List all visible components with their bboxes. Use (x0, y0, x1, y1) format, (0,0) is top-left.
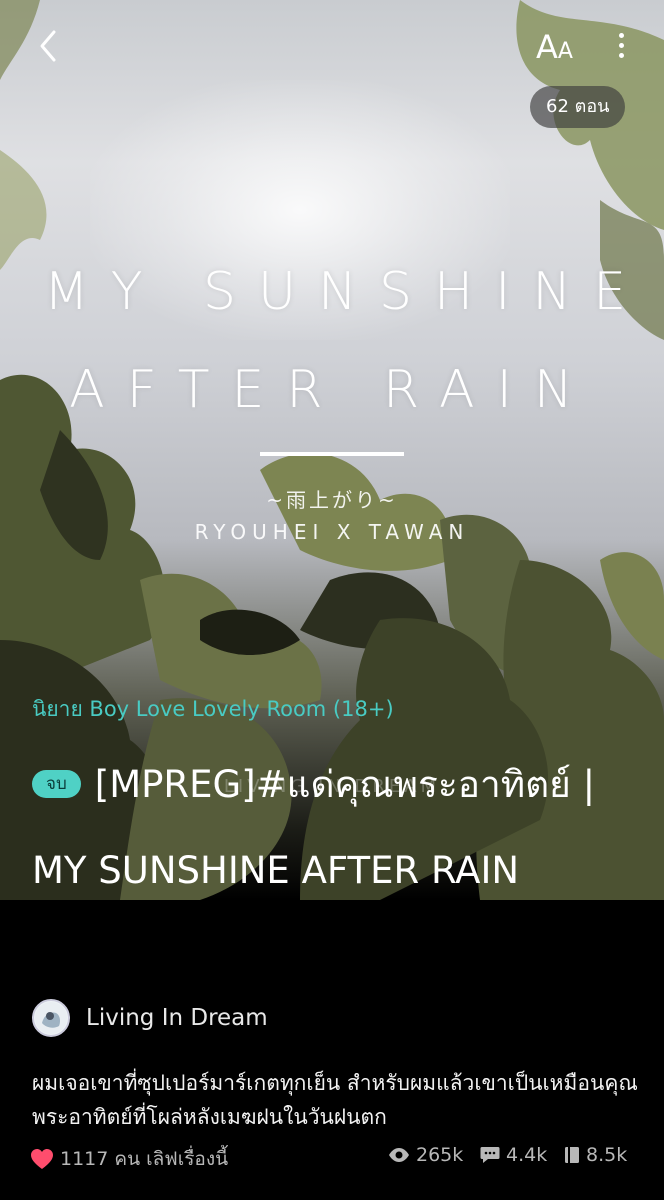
views-stat: 265k (388, 1144, 463, 1166)
episode-count-badge: 62 ตอน (530, 86, 626, 128)
synopsis: ผมเจอเขาที่ซุปเปอร์มาร์เกตทุกเย็น สำหรับ… (32, 1071, 638, 1129)
comment-icon (480, 1147, 500, 1163)
dot-icon (618, 53, 624, 58)
font-size-icon-big: A (536, 28, 558, 66)
cover-divider (260, 452, 404, 456)
author-name: Living In Dream (86, 1005, 268, 1031)
eye-icon (389, 1148, 409, 1162)
heart-icon (31, 1149, 53, 1169)
top-bar: AA 62 ตอน (0, 0, 664, 128)
stats-row: 1117 คน เลิฟเรื่องนี้ 265k 4.4k 8.5k (0, 1144, 664, 1176)
book-icon (565, 1147, 579, 1163)
dot-icon (618, 43, 624, 48)
likes-count: 1117 คน เลิฟเรื่องนี้ (60, 1148, 229, 1170)
avatar (32, 999, 70, 1037)
comments-stat: 4.4k (480, 1144, 547, 1166)
novel-title-block: จบ [MPREG]#แด่คุณพระอาทิตย์ | MY SUNSHINE… (32, 742, 642, 914)
comments-count: 4.4k (506, 1144, 548, 1166)
chevron-left-icon (40, 30, 56, 62)
views-count: 265k (416, 1144, 464, 1166)
cover-title-line2: AFTER RAIN (69, 360, 595, 420)
back-button[interactable] (30, 24, 70, 68)
more-button[interactable] (608, 28, 634, 68)
status-badge: จบ (32, 770, 81, 798)
category-label[interactable]: นิยาย Boy Love Lovely Room (18+) (32, 693, 394, 726)
novel-title: [MPREG]#แด่คุณพระอาทิตย์ | MY SUNSHINE A… (32, 763, 596, 892)
cover-subtitle-jp: ~雨上がり~ (266, 488, 398, 512)
cover-names: RYOUHEI X TAWAN (194, 520, 470, 544)
font-size-button[interactable]: AA (536, 28, 588, 68)
cover-title-line1: MY SUNSHINE (43, 262, 649, 322)
dot-icon (618, 33, 624, 38)
author-row[interactable]: Living In Dream (32, 998, 268, 1038)
avatar-image (35, 1002, 67, 1034)
bookmarks-count: 8.5k (586, 1144, 628, 1166)
love-button[interactable]: 1117 คน เลิฟเรื่องนี้ (30, 1144, 228, 1174)
font-size-icon-small: A (557, 39, 573, 64)
bookmarks-stat: 8.5k (564, 1144, 627, 1166)
